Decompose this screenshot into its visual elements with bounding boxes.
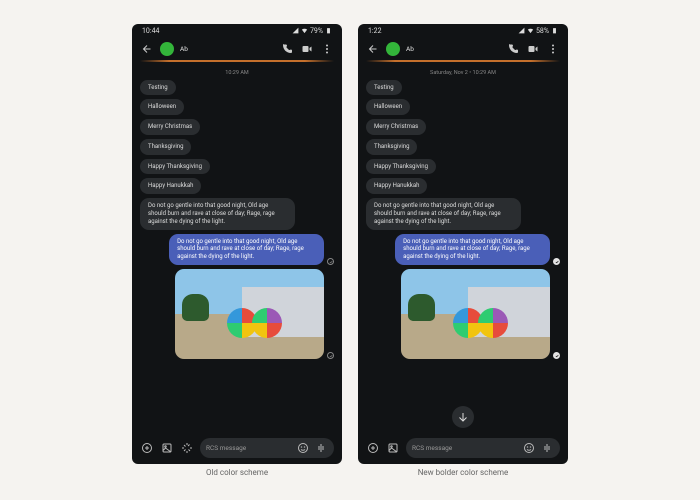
- battery-icon: [325, 27, 332, 34]
- delivered-check-icon: [327, 258, 334, 265]
- status-bar: 10:44 79%: [132, 24, 342, 38]
- read-check-icon: [553, 258, 560, 265]
- avatar[interactable]: [160, 42, 174, 56]
- composer-bar: RCS message: [132, 436, 342, 464]
- message-incoming[interactable]: Merry Christmas: [140, 119, 200, 135]
- status-time: 10:44: [142, 27, 159, 35]
- more-button[interactable]: [546, 42, 560, 56]
- message-incoming[interactable]: Happy Thanksgiving: [140, 159, 210, 175]
- add-button[interactable]: [366, 441, 380, 455]
- gallery-button[interactable]: [160, 441, 174, 455]
- message-incoming[interactable]: Merry Christmas: [366, 119, 426, 135]
- message-incoming[interactable]: Testing: [140, 80, 176, 96]
- status-bar: 1:22 58%: [358, 24, 568, 38]
- scroll-down-button[interactable]: [452, 406, 474, 428]
- message-incoming[interactable]: Do not go gentle into that good night, O…: [140, 198, 295, 229]
- signal-icon: [518, 27, 525, 34]
- caption-right: New bolder color scheme: [358, 468, 568, 477]
- delivered-check-icon: [327, 352, 334, 359]
- message-list[interactable]: Testing Halloween Merry Christmas Thanks…: [132, 80, 342, 436]
- magic-button[interactable]: [180, 441, 194, 455]
- status-right: 58%: [518, 27, 558, 35]
- message-incoming[interactable]: Happy Hanukkah: [366, 178, 427, 194]
- image-attachment[interactable]: [175, 269, 324, 359]
- composer-bar: RCS message: [358, 436, 568, 464]
- videocall-button[interactable]: [300, 42, 314, 56]
- message-placeholder: RCS message: [412, 444, 518, 452]
- gallery-button[interactable]: [386, 441, 400, 455]
- message-list[interactable]: Testing Halloween Merry Christmas Thanks…: [358, 80, 568, 436]
- emoji-button[interactable]: [522, 441, 536, 455]
- message-outgoing[interactable]: Do not go gentle into that good night, O…: [169, 234, 324, 265]
- message-placeholder: RCS message: [206, 444, 292, 452]
- accent-strip: [140, 60, 334, 62]
- status-battery: 79%: [310, 27, 323, 35]
- read-check-icon: [553, 352, 560, 359]
- message-incoming[interactable]: Happy Hanukkah: [140, 178, 201, 194]
- wifi-icon: [301, 27, 308, 34]
- call-button[interactable]: [280, 42, 294, 56]
- status-battery: 58%: [536, 27, 549, 35]
- emoji-button[interactable]: [296, 441, 310, 455]
- more-button[interactable]: [320, 42, 334, 56]
- status-time: 1:22: [368, 27, 382, 35]
- message-incoming[interactable]: Halloween: [140, 99, 184, 115]
- message-outgoing[interactable]: Do not go gentle into that good night, O…: [395, 234, 550, 265]
- timestamp: 10:29 AM: [132, 62, 342, 80]
- phone-left-old-scheme: 10:44 79% Ab 10:29 AM Testing Halloween …: [132, 24, 342, 464]
- image-attachment[interactable]: [401, 269, 550, 359]
- contact-name[interactable]: Ab: [180, 45, 188, 53]
- accent-strip: [366, 60, 560, 62]
- add-button[interactable]: [140, 441, 154, 455]
- videocall-button[interactable]: [526, 42, 540, 56]
- message-incoming[interactable]: Happy Thanksgiving: [366, 159, 436, 175]
- message-incoming[interactable]: Testing: [366, 80, 402, 96]
- conversation-header: Ab: [358, 38, 568, 60]
- status-right: 79%: [292, 27, 332, 35]
- conversation-header: Ab: [132, 38, 342, 60]
- signal-icon: [292, 27, 299, 34]
- message-incoming[interactable]: Thanksgiving: [140, 139, 191, 155]
- avatar[interactable]: [386, 42, 400, 56]
- captions-row: Old color scheme New bolder color scheme: [0, 468, 700, 477]
- contact-name[interactable]: Ab: [406, 45, 414, 53]
- message-incoming[interactable]: Do not go gentle into that good night, O…: [366, 198, 521, 229]
- message-incoming[interactable]: Thanksgiving: [366, 139, 417, 155]
- voice-button[interactable]: [314, 441, 328, 455]
- back-button[interactable]: [140, 42, 154, 56]
- caption-left: Old color scheme: [132, 468, 342, 477]
- message-input[interactable]: RCS message: [200, 438, 334, 458]
- call-button[interactable]: [506, 42, 520, 56]
- timestamp: Saturday, Nov 2 • 10:29 AM: [358, 62, 568, 80]
- back-button[interactable]: [366, 42, 380, 56]
- voice-button[interactable]: [540, 441, 554, 455]
- phone-right-new-scheme: 1:22 58% Ab Saturday, Nov 2 • 10:29 AM T…: [358, 24, 568, 464]
- message-input[interactable]: RCS message: [406, 438, 560, 458]
- message-incoming[interactable]: Halloween: [366, 99, 410, 115]
- wifi-icon: [527, 27, 534, 34]
- battery-icon: [551, 27, 558, 34]
